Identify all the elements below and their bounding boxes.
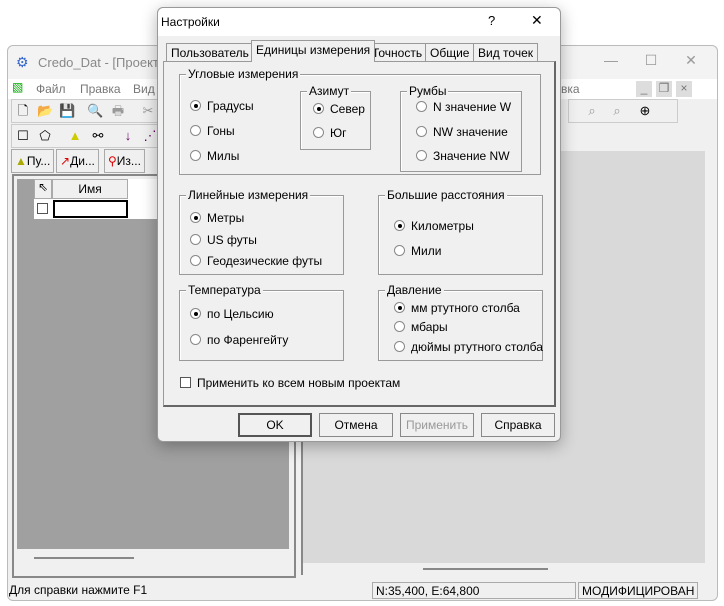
status-help: Для справки нажмите F1 — [9, 583, 148, 597]
toolbar-zoom: ⌕ ⌕ ⊕ — [568, 99, 678, 123]
tab-general[interactable]: Общие — [425, 43, 475, 61]
pressure-label: Давление — [385, 283, 444, 297]
status-bar: Для справки нажмите F1 N:35,400, E:64,80… — [8, 579, 717, 601]
large-distances-group: Большие расстояния Километры Мили — [378, 188, 543, 275]
units-panel: Угловые измерения Градусы Гоны Милы Азим… — [163, 61, 556, 407]
apply-all-checkbox[interactable]: Применить ко всем новым проектам — [180, 376, 400, 390]
azimuth-group: Азимут Север Юг — [300, 84, 371, 150]
radio-miles[interactable]: Мили — [394, 244, 441, 258]
mdi-minimize[interactable]: _ — [636, 81, 652, 97]
station-icon[interactable]: ↓ — [120, 128, 136, 144]
linear-label: Линейные измерения — [186, 188, 311, 202]
radio-n-value-w[interactable]: N значение W — [416, 100, 511, 114]
select-icon[interactable]: ☐ — [15, 128, 31, 144]
traverse-icon[interactable]: ⋰ — [142, 128, 158, 144]
toolbar-edit: ☐ ⬠ ▲ ⚯ ↓ ⋰ — [11, 124, 159, 148]
apply-button[interactable]: Применить — [400, 413, 474, 437]
radio-survey-feet[interactable]: Геодезические футы — [190, 254, 322, 268]
bearings-label: Румбы — [407, 84, 449, 98]
temperature-group: Температура по Цельсию по Фаренгейту — [179, 283, 344, 361]
status-state: МОДИФИЦИРОВАН — [578, 582, 698, 599]
panel-tab-directions[interactable]: ↗Ди... — [56, 149, 99, 173]
zoom-out-icon[interactable]: ⌕ — [609, 103, 625, 119]
dialog-title: Настройки — [161, 15, 220, 29]
save-icon[interactable]: 💾 — [59, 103, 75, 119]
radio-degrees[interactable]: Градусы — [190, 99, 254, 113]
radio-fahrenheit[interactable]: по Фаренгейту — [190, 333, 288, 347]
tab-label: Пу... — [26, 154, 51, 168]
close-button[interactable]: ✕ — [671, 52, 711, 72]
dialog-title-bar: Настройки ? ✕ — [158, 8, 560, 36]
radio-inhg[interactable]: дюймы ртутного столба — [394, 340, 543, 354]
settings-dialog: Настройки ? ✕ Пользователь Единицы измер… — [157, 7, 561, 442]
column-header-name[interactable]: Имя — [52, 179, 128, 199]
linear-group: Линейные измерения Метры US футы Геодези… — [179, 188, 344, 275]
binoculars-icon[interactable]: ⚯ — [90, 128, 106, 144]
radio-gons[interactable]: Гоны — [190, 124, 235, 138]
radio-celsius[interactable]: по Цельсию — [190, 307, 274, 321]
doc-icon: ▧ — [12, 80, 24, 94]
radio-mils[interactable]: Милы — [190, 149, 239, 163]
open-icon[interactable]: 📂 — [37, 103, 53, 119]
mdi-close[interactable]: × — [676, 81, 692, 97]
main-title: Credo_Dat - [Проект1] — [38, 55, 170, 70]
ok-button[interactable]: OK — [238, 413, 312, 437]
menu-file[interactable]: Файл — [36, 82, 66, 96]
radio-value-nw[interactable]: Значение NW — [416, 149, 510, 163]
large-distances-label: Большие расстояния — [385, 188, 507, 202]
tab-precision[interactable]: Точность — [367, 43, 428, 61]
tripod-icon: ⚲ — [108, 154, 117, 168]
panel-tab-measurements[interactable]: ⚲Из... — [104, 149, 145, 173]
panel-tab-points[interactable]: ▲Пу... — [11, 149, 55, 173]
row-checkbox[interactable] — [37, 203, 48, 214]
radio-kilometers[interactable]: Километры — [394, 219, 474, 233]
dialog-close-button[interactable]: ✕ — [531, 12, 543, 29]
menu-insert[interactable]: вка — [561, 82, 580, 96]
name-cell-input[interactable] — [53, 200, 128, 218]
app-icon: ⚙ — [16, 54, 29, 70]
tab-user[interactable]: Пользователь — [166, 43, 254, 61]
menu-view[interactable]: Вид — [133, 82, 155, 96]
target-icon[interactable]: ⊕ — [637, 103, 653, 119]
angular-group: Угловые измерения Градусы Гоны Милы Азим… — [179, 67, 541, 175]
tab-units[interactable]: Единицы измерения — [251, 40, 376, 62]
tab-point-view[interactable]: Вид точек — [473, 43, 538, 61]
tab-label: Из... — [116, 154, 141, 168]
new-icon[interactable]: 🗋 — [15, 103, 31, 119]
radio-north[interactable]: Север — [313, 102, 365, 116]
h-scrollbar[interactable] — [34, 557, 134, 559]
direction-icon: ↗ — [60, 154, 71, 168]
pressure-group: Давление мм ртутного столба мбары дюймы … — [378, 283, 543, 361]
toolbar-file: 🗋 📂 💾 🔍 🖶 ✂ — [11, 99, 159, 123]
cursor-icon: ⇖ — [34, 179, 52, 199]
radio-mmhg[interactable]: мм ртутного столба — [394, 301, 520, 315]
radio-us-feet[interactable]: US футы — [190, 233, 257, 247]
tab-label: Ди... — [70, 154, 95, 168]
bearings-group: Румбы N значение W NW значение Значение … — [400, 84, 522, 172]
radio-mbar[interactable]: мбары — [394, 320, 448, 334]
mdi-restore[interactable]: ❐ — [656, 81, 672, 97]
cancel-button[interactable]: Отмена — [319, 413, 393, 437]
points-icon[interactable]: ▲ — [67, 128, 83, 144]
print-icon[interactable]: 🖶 — [110, 103, 126, 119]
radio-south[interactable]: Юг — [313, 126, 347, 140]
azimuth-label: Азимут — [307, 84, 352, 98]
points-tab-icon: ▲ — [15, 154, 27, 168]
radio-meters[interactable]: Метры — [190, 211, 244, 225]
temperature-label: Температура — [186, 283, 263, 297]
radio-nw-value[interactable]: NW значение — [416, 125, 508, 139]
status-coords: N:35,400, E:64,800 — [372, 582, 576, 599]
menu-edit[interactable]: Правка — [80, 82, 121, 96]
angular-label: Угловые измерения — [186, 67, 301, 81]
map-h-scrollbar[interactable] — [423, 568, 548, 570]
polygon-icon[interactable]: ⬠ — [37, 128, 53, 144]
zoom-in-icon[interactable]: ⌕ — [584, 103, 600, 119]
maximize-button[interactable]: ☐ — [631, 52, 671, 72]
preview-icon[interactable]: 🔍 — [87, 103, 103, 119]
cut-icon[interactable]: ✂ — [140, 103, 156, 119]
help-dialog-button[interactable]: Справка — [481, 413, 555, 437]
minimize-button[interactable]: — — [591, 52, 631, 72]
help-button[interactable]: ? — [488, 13, 495, 28]
